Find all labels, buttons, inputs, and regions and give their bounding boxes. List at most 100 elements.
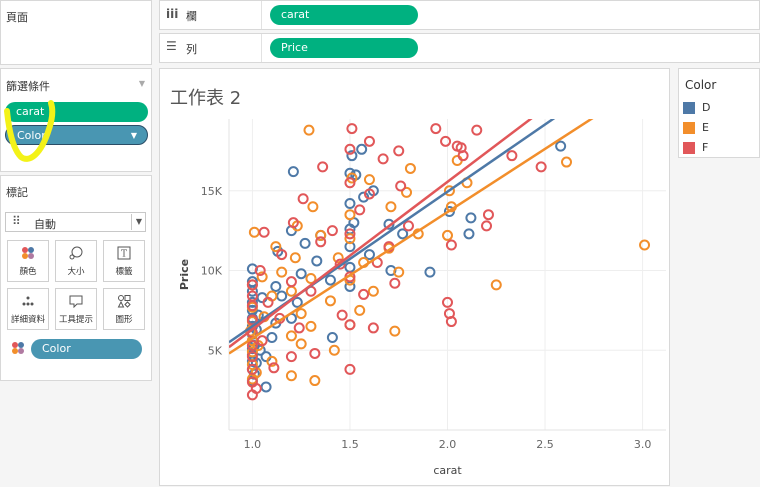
label-button[interactable]: T 標籤 [103,240,145,282]
marks-title: 標記 [6,186,28,199]
tooltip-button-label: 工具提示 [58,315,93,325]
rows-label: 列 [186,43,197,56]
size-icon [56,246,96,264]
data-point-d[interactable] [356,143,368,155]
detail-icon [8,294,48,312]
data-point-f[interactable] [393,145,405,157]
data-point-f[interactable] [402,220,414,232]
data-point-e[interactable] [389,325,401,337]
marks-color-pill[interactable]: Color [31,339,142,359]
rows-shelf: ☰ 列 Price [159,33,760,63]
data-point-f[interactable] [482,209,494,221]
color-icon [8,246,48,264]
detail-button-label: 詳細資料 [10,315,45,325]
plot-area [229,111,651,401]
data-point-f[interactable] [285,276,297,288]
data-point-f[interactable] [395,180,407,192]
data-point-e[interactable] [639,239,651,251]
legend-label-f: F [702,141,709,154]
data-point-e[interactable] [309,375,321,387]
label-icon: T [104,246,144,264]
mark-type-dropdown[interactable]: ⠿ 自動 ▼ [5,212,146,232]
data-point-f[interactable] [336,309,348,321]
data-point-d[interactable] [465,212,477,224]
data-point-e[interactable] [285,330,297,342]
data-point-d[interactable] [324,274,336,286]
data-point-e[interactable] [285,285,297,297]
color-button[interactable]: 顏色 [7,240,49,282]
color-icon [11,341,25,358]
data-point-e[interactable] [367,285,379,297]
data-point-d[interactable] [424,266,436,278]
data-point-d[interactable] [287,166,299,178]
data-point-e[interactable] [363,174,375,186]
pages-card: 頁面 [0,0,152,65]
data-point-f[interactable] [535,161,547,173]
chevron-down-icon[interactable]: ▼ [131,126,137,146]
data-point-f[interactable] [317,161,329,173]
data-point-d[interactable] [260,381,272,393]
data-point-e[interactable] [285,370,297,382]
data-point-f[interactable] [354,204,366,216]
mark-type-label: 自動 [34,218,56,231]
data-point-f[interactable] [389,277,401,289]
x-tick-label: 2.5 [536,438,554,451]
data-point-f[interactable] [258,226,270,238]
filters-menu-icon[interactable]: ▼ [139,79,145,88]
data-point-f[interactable] [315,236,327,248]
data-point-d[interactable] [326,331,338,343]
label-button-label: 標籤 [115,267,133,277]
data-point-e[interactable] [490,279,502,291]
data-point-d[interactable] [463,228,475,240]
data-point-d[interactable] [311,255,323,267]
data-point-d[interactable] [270,280,282,292]
data-point-e[interactable] [324,295,336,307]
columns-pill-carat[interactable]: carat [270,5,418,25]
data-point-f[interactable] [377,153,389,165]
x-tick-label: 2.0 [439,438,457,451]
scatter-chart: 1.0 1.5 2.0 2.5 3.0 5K 10K 15K carat Price [178,111,666,477]
data-point-f[interactable] [445,239,457,251]
data-point-f[interactable] [471,124,483,136]
data-point-f[interactable] [481,220,493,232]
data-point-f[interactable] [285,351,297,363]
data-point-e[interactable] [295,338,307,350]
size-button[interactable]: 大小 [55,240,97,282]
trend-line-f[interactable] [229,111,541,349]
data-point-e[interactable] [295,308,307,320]
tooltip-button[interactable]: 工具提示 [55,288,97,330]
data-point-d[interactable] [299,237,311,249]
data-point-f[interactable] [430,123,442,135]
data-point-f[interactable] [440,135,452,147]
data-point-d[interactable] [266,331,278,343]
data-point-e[interactable] [354,304,366,316]
color-button-label: 顏色 [19,267,37,277]
legend-title: Color [685,78,717,92]
rows-pill-price[interactable]: Price [270,38,418,58]
data-point-f[interactable] [506,150,518,162]
data-point-f[interactable] [346,123,358,135]
data-point-f[interactable] [293,322,305,334]
trend-line-e[interactable] [229,111,604,355]
data-point-e[interactable] [561,156,573,168]
data-point-d[interactable] [555,140,567,152]
data-point-f[interactable] [367,322,379,334]
data-point-e[interactable] [305,320,317,332]
data-point-d[interactable] [363,249,375,261]
data-point-e[interactable] [385,201,397,213]
data-point-e[interactable] [307,201,319,213]
shape-button-label: 圖形 [115,315,133,325]
detail-button[interactable]: 詳細資料 [7,288,49,330]
data-point-e[interactable] [248,226,260,238]
data-point-e[interactable] [404,162,416,174]
data-point-f[interactable] [358,288,370,300]
data-point-d[interactable] [397,228,409,240]
data-point-e[interactable] [303,124,315,136]
data-point-f[interactable] [326,225,338,237]
shape-button[interactable]: 圖形 [103,288,145,330]
data-point-f[interactable] [297,193,309,205]
data-point-d[interactable] [276,290,288,302]
data-point-e[interactable] [289,252,301,264]
data-point-f[interactable] [363,135,375,147]
data-point-e[interactable] [276,266,288,278]
